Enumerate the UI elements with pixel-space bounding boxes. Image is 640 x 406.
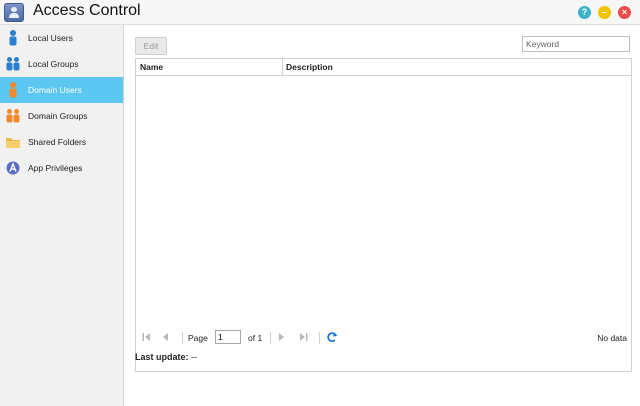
- help-button[interactable]: ?: [578, 6, 591, 19]
- column-header-description[interactable]: Description: [286, 59, 586, 75]
- sidebar-item-domain-users[interactable]: Domain Users: [0, 77, 123, 103]
- last-page-icon[interactable]: [299, 332, 308, 344]
- minimize-button[interactable]: –: [598, 6, 611, 19]
- last-update-value: --: [191, 352, 198, 362]
- main-panel: Edit Name Description Page of 1: [124, 25, 640, 406]
- sidebar-item-local-groups[interactable]: Local Groups: [0, 51, 123, 77]
- domain-users-icon: [9, 82, 17, 98]
- domain-groups-icon: [6, 109, 20, 123]
- window-title: Access Control: [33, 2, 141, 19]
- pager-divider: [319, 332, 320, 344]
- refresh-icon[interactable]: [326, 331, 338, 343]
- no-data-status: No data: [597, 333, 627, 343]
- pagination-bar: Page of 1 No data: [136, 329, 631, 347]
- column-header-name[interactable]: Name: [140, 59, 280, 75]
- local-users-icon: [9, 30, 17, 46]
- sidebar-item-domain-groups[interactable]: Domain Groups: [0, 103, 123, 129]
- folder-icon: [6, 138, 20, 148]
- edit-button[interactable]: Edit: [135, 37, 167, 55]
- first-page-icon[interactable]: [142, 332, 151, 344]
- last-update-label: Last update:: [135, 352, 189, 362]
- sidebar-item-label: Local Groups: [28, 59, 79, 69]
- sidebar: Local Users Local Groups Domain Users Do…: [0, 25, 124, 406]
- last-update: Last update: --: [135, 352, 197, 362]
- previous-page-icon[interactable]: [162, 332, 169, 344]
- sidebar-item-label: Local Users: [28, 33, 73, 43]
- sidebar-item-app-privileges[interactable]: App Privileges: [0, 155, 123, 181]
- sidebar-item-label: App Privileges: [28, 163, 83, 173]
- sidebar-item-shared-folders[interactable]: Shared Folders: [0, 129, 123, 155]
- users-table: Name Description Page of 1: [135, 58, 632, 372]
- page-number-input[interactable]: [215, 330, 241, 344]
- sidebar-item-label: Shared Folders: [28, 137, 87, 147]
- sidebar-item-local-users[interactable]: Local Users: [0, 25, 123, 51]
- sidebar-item-label: Domain Users: [28, 85, 82, 95]
- title-bar: Access Control ? – ×: [0, 0, 640, 25]
- app-privileges-icon: [6, 161, 20, 175]
- next-page-icon[interactable]: [278, 332, 285, 344]
- access-control-app-icon: [4, 3, 24, 22]
- pager-divider: [270, 332, 271, 344]
- pager-divider: [182, 332, 183, 344]
- close-button[interactable]: ×: [618, 6, 631, 19]
- sidebar-item-label: Domain Groups: [28, 111, 88, 121]
- column-divider[interactable]: [282, 59, 283, 75]
- keyword-search-input[interactable]: [522, 36, 630, 52]
- page-total-label: of 1: [248, 333, 263, 343]
- table-header: Name Description: [136, 59, 631, 76]
- local-groups-icon: [6, 57, 20, 71]
- page-label: Page: [188, 333, 208, 343]
